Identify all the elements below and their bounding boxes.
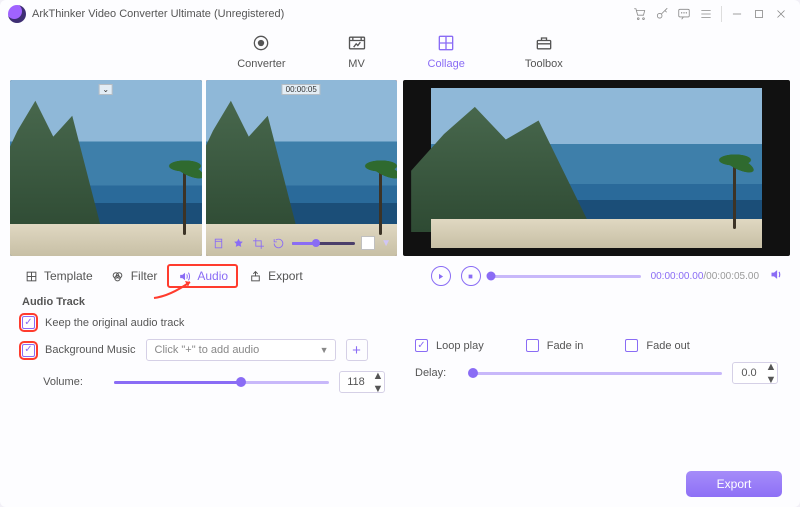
volume-label: Volume: xyxy=(22,376,104,388)
template-icon xyxy=(24,269,38,283)
volume-stepper[interactable]: ▲▼ xyxy=(372,370,384,395)
tab-template[interactable]: Template xyxy=(16,266,101,286)
delay-stepper[interactable]: ▲▼ xyxy=(765,361,777,386)
window-title: ArkThinker Video Converter Ultimate (Unr… xyxy=(32,8,284,20)
export-button[interactable]: Export xyxy=(686,471,782,497)
collage-icon xyxy=(435,32,457,54)
play-button[interactable] xyxy=(431,266,451,286)
audio-icon xyxy=(177,269,191,283)
volume-number: 118 xyxy=(340,376,372,388)
timestamp-marker: 00:00:05 xyxy=(282,84,321,95)
playback-controls: 00:00:00.00/00:00:05.00 xyxy=(431,266,784,286)
feedback-icon[interactable] xyxy=(673,3,695,25)
close-button[interactable] xyxy=(770,3,792,25)
divider xyxy=(721,6,722,22)
volume-slider[interactable] xyxy=(114,381,329,384)
mv-icon xyxy=(346,32,368,54)
playback-time: 00:00:00.00/00:00:05.00 xyxy=(651,271,759,282)
tab-export[interactable]: Export xyxy=(240,266,311,286)
bg-music-placeholder: Click "+" to add audio xyxy=(155,344,260,356)
volume-icon[interactable] xyxy=(769,267,784,285)
nav-label: Toolbox xyxy=(525,58,563,70)
time-total: 00:00:05.00 xyxy=(706,271,759,282)
nav-collage[interactable]: Collage xyxy=(428,32,465,70)
chevron-down-icon[interactable]: ▼ xyxy=(381,238,391,249)
toolbox-icon xyxy=(533,32,555,54)
fadeout-checkbox[interactable] xyxy=(625,339,638,352)
delay-slider[interactable] xyxy=(473,372,722,375)
tab-label: Filter xyxy=(131,269,158,283)
title-bar: ArkThinker Video Converter Ultimate (Unr… xyxy=(0,0,800,28)
minimize-button[interactable] xyxy=(726,3,748,25)
time-current: 00:00:00.00 xyxy=(651,271,704,282)
clip-edit-toolbar: ▼ xyxy=(212,236,392,250)
nav-label: Converter xyxy=(237,58,285,70)
crop-icon[interactable] xyxy=(252,236,266,250)
playback-slider[interactable] xyxy=(491,275,641,278)
options-tabs: Template Filter Audio Export 00:00:00.00… xyxy=(0,256,800,292)
keep-original-label: Keep the original audio track xyxy=(45,317,184,329)
menu-icon[interactable] xyxy=(695,3,717,25)
cart-icon[interactable] xyxy=(629,3,651,25)
clip-slider[interactable] xyxy=(292,242,356,245)
chevron-down-icon: ▼ xyxy=(320,345,329,355)
volume-value[interactable]: 118 ▲▼ xyxy=(339,371,385,393)
audio-panel: Audio Track Keep the original audio trac… xyxy=(0,292,800,393)
stop-button[interactable] xyxy=(461,266,481,286)
nav-converter[interactable]: Converter xyxy=(237,32,285,70)
audio-heading: Audio Track xyxy=(22,296,778,308)
bg-music-checkbox[interactable] xyxy=(22,344,35,357)
nav-mv[interactable]: MV xyxy=(346,32,368,70)
delay-value[interactable]: 0.0 ▲▼ xyxy=(732,362,778,384)
maximize-button[interactable] xyxy=(748,3,770,25)
collage-editor: ⌄ 00:00:05 ▼ xyxy=(10,80,397,256)
add-audio-button[interactable]: + xyxy=(346,339,368,361)
timestamp-marker: ⌄ xyxy=(98,84,113,95)
fadeout-label: Fade out xyxy=(646,340,689,352)
star-icon[interactable] xyxy=(232,236,246,250)
footer: Export xyxy=(686,471,782,497)
nav-toolbox[interactable]: Toolbox xyxy=(525,32,563,70)
nav-label: Collage xyxy=(428,58,465,70)
loop-checkbox[interactable] xyxy=(415,339,428,352)
tab-label: Audio xyxy=(197,269,228,283)
delay-number: 0.0 xyxy=(733,367,765,379)
app-window: ArkThinker Video Converter Ultimate (Unr… xyxy=(0,0,800,507)
fadein-label: Fade in xyxy=(547,340,584,352)
key-icon[interactable] xyxy=(651,3,673,25)
nav-label: MV xyxy=(348,58,365,70)
converter-icon xyxy=(250,32,272,54)
app-logo-icon xyxy=(8,5,26,23)
preview-player[interactable] xyxy=(403,80,790,256)
collage-cell-2-selected[interactable]: 00:00:05 ▼ xyxy=(206,80,398,256)
export-icon xyxy=(248,269,262,283)
bg-music-label: Background Music xyxy=(45,344,136,356)
fadein-checkbox[interactable] xyxy=(526,339,539,352)
filter-icon xyxy=(111,269,125,283)
preview-area: ⌄ 00:00:05 ▼ xyxy=(0,80,800,256)
tab-label: Export xyxy=(268,269,303,283)
tab-label: Template xyxy=(44,269,93,283)
main-nav: Converter MV Collage Toolbox xyxy=(0,28,800,80)
bg-music-dropdown[interactable]: Click "+" to add audio ▼ xyxy=(146,339,336,361)
tab-audio[interactable]: Audio xyxy=(167,264,238,288)
collage-cell-1[interactable]: ⌄ xyxy=(10,80,202,256)
rotate-icon[interactable] xyxy=(272,236,286,250)
delay-label: Delay: xyxy=(415,367,463,379)
edit-icon[interactable] xyxy=(212,236,226,250)
tab-filter[interactable]: Filter xyxy=(103,266,166,286)
keep-original-checkbox[interactable] xyxy=(22,316,35,329)
color-swatch[interactable] xyxy=(361,236,375,250)
loop-label: Loop play xyxy=(436,340,484,352)
